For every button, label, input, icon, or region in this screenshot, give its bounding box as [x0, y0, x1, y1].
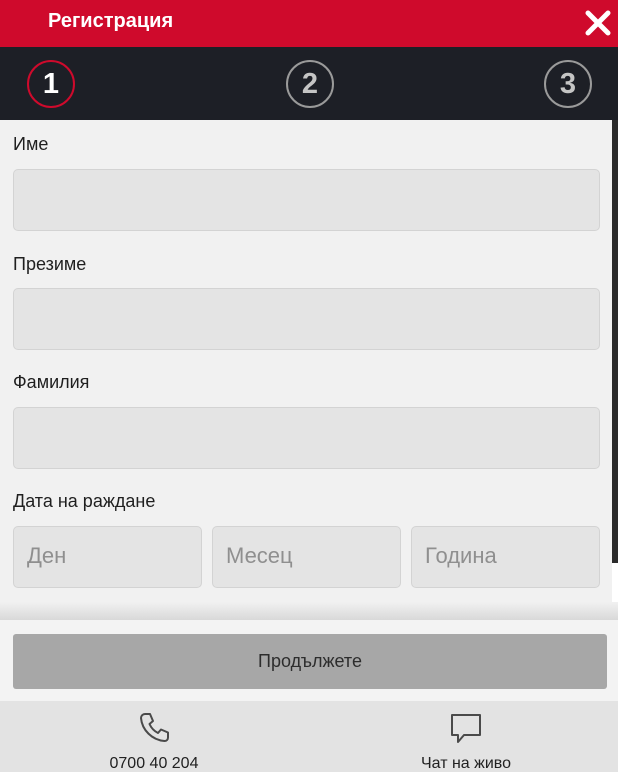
first-name-label: Име — [13, 134, 49, 154]
support-footer: 0700 40 204 Чат на живо — [0, 701, 618, 772]
month-placeholder: Месец — [226, 543, 293, 568]
registration-form: Име Презиме Фамилия Дата на раждане Ден … — [0, 120, 612, 620]
step-3: 3 — [544, 60, 592, 108]
last-name-input[interactable] — [13, 407, 600, 469]
close-icon — [585, 10, 611, 36]
action-bar: Продължете — [0, 620, 618, 701]
day-placeholder: Ден — [27, 543, 67, 568]
phone-number: 0700 40 204 — [109, 755, 199, 772]
scroll-fade — [0, 602, 618, 622]
close-button[interactable] — [584, 8, 612, 38]
month-input[interactable]: Месец — [212, 526, 401, 588]
step-2: 2 — [286, 60, 334, 108]
phone-icon — [140, 713, 169, 742]
step-1: 1 — [27, 60, 75, 108]
continue-button[interactable]: Продължете — [13, 634, 607, 689]
middle-name-label: Презиме — [13, 254, 87, 274]
live-chat-label: Чат на живо — [420, 755, 512, 772]
first-name-input[interactable] — [13, 169, 600, 231]
year-input[interactable]: Година — [411, 526, 600, 588]
form-scrollbar[interactable] — [612, 120, 618, 563]
phone-link[interactable]: 0700 40 204 — [93, 711, 215, 772]
year-placeholder: Година — [425, 543, 497, 568]
last-name-label: Фамилия — [13, 372, 90, 392]
registration-header: Регистрация — [0, 0, 618, 47]
chat-icon — [451, 714, 481, 743]
page-title: Регистрация — [48, 10, 174, 32]
birthdate-label: Дата на раждане — [13, 491, 156, 511]
registration-steps: 1 2 3 — [0, 47, 618, 120]
middle-name-input[interactable] — [13, 288, 600, 350]
day-input[interactable]: Ден — [13, 526, 202, 588]
live-chat-link[interactable]: Чат на живо — [406, 711, 526, 772]
